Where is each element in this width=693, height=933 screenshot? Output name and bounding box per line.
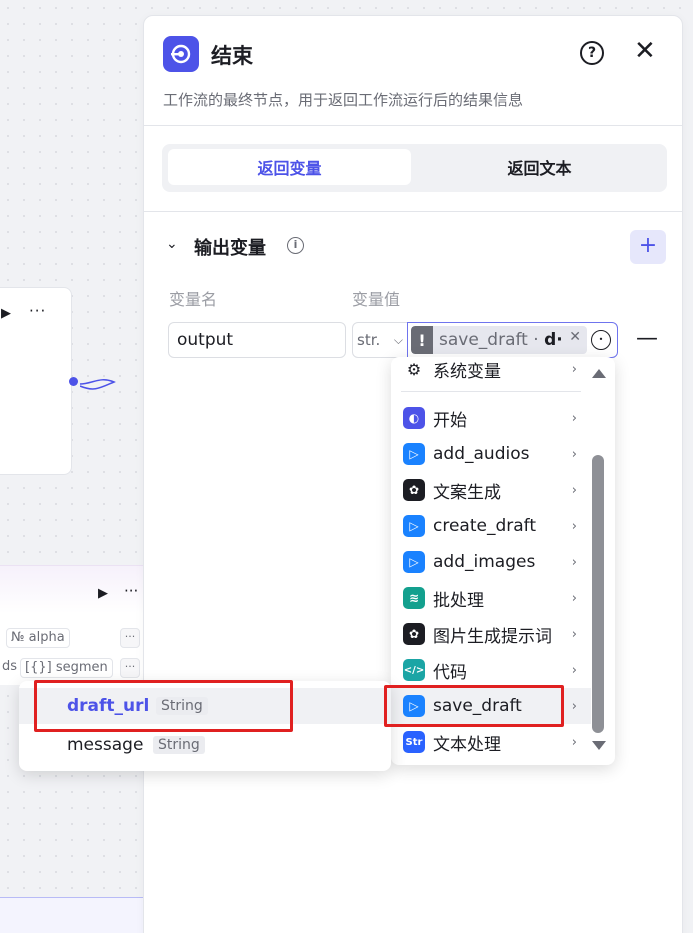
chevron-right-icon: ›: [571, 626, 577, 642]
chevron-right-icon: ›: [571, 361, 577, 377]
menu-item-code[interactable]: </> 代码 ›: [391, 652, 591, 688]
output-field-name: message: [67, 735, 144, 755]
variable-value-reference[interactable]: ! save_draft · d· ✕ •: [407, 322, 618, 358]
code-icon: </>: [403, 659, 425, 681]
menu-item-add-audios[interactable]: ▷ add_audios ›: [391, 436, 591, 472]
return-mode-tabs: 返回变量 返回文本: [162, 144, 667, 192]
tab-return-text[interactable]: 返回文本: [418, 149, 661, 185]
chevron-right-icon: ›: [571, 590, 577, 606]
chevron-down-icon[interactable]: ⌄: [166, 236, 178, 252]
plugin-icon: ▷: [403, 551, 425, 573]
settings-icon: ⚙: [406, 359, 422, 379]
divider: [144, 211, 682, 212]
canvas-node-bottom[interactable]: [0, 897, 150, 933]
canvas-node-card-2[interactable]: ▶ ··· № alpha ··· ds [{}] segmen ···: [0, 565, 150, 685]
canvas-node-card[interactable]: ▶ ···: [0, 287, 78, 475]
text-process-icon: Str: [403, 731, 425, 753]
chevron-right-icon: ›: [571, 554, 577, 570]
plugin-icon: ▷: [403, 443, 425, 465]
divider: [144, 125, 682, 126]
chevron-right-icon: ›: [571, 662, 577, 678]
end-node-icon: [163, 36, 199, 72]
clear-reference-icon[interactable]: ✕: [569, 329, 581, 345]
section-title-output[interactable]: 输出变量: [194, 234, 266, 260]
remove-variable-button[interactable]: —: [636, 326, 658, 351]
chevron-right-icon: ›: [571, 698, 577, 714]
menu-item-label: add_audios: [433, 444, 530, 464]
menu-item-create-draft[interactable]: ▷ create_draft ›: [391, 508, 591, 544]
close-icon[interactable]: ✕: [634, 36, 656, 66]
chevron-right-icon: ›: [571, 482, 577, 498]
llm-icon: ✿: [403, 479, 425, 501]
more-icon[interactable]: ···: [124, 582, 138, 600]
menu-item-label: create_draft: [433, 516, 537, 536]
variable-name-input[interactable]: output: [168, 322, 346, 358]
variable-type-select[interactable]: str. ⌵: [352, 322, 408, 358]
warning-icon: !: [411, 326, 433, 354]
param-chip-ds: ds: [2, 659, 18, 674]
menu-item-image-prompt[interactable]: ✿ 图片生成提示词 ›: [391, 616, 591, 652]
info-icon[interactable]: i: [287, 237, 304, 254]
menu-item-text-process[interactable]: Str 文本处理 ›: [391, 724, 591, 760]
column-label-value: 变量值: [352, 290, 401, 309]
variable-picker-icon[interactable]: •: [591, 330, 611, 350]
connection-edge: [80, 379, 116, 390]
chevron-down-icon: ⌵: [393, 333, 403, 347]
menu-item-label: 代码: [433, 662, 467, 683]
play-icon[interactable]: ▶: [1, 306, 11, 321]
column-label-name: 变量名: [169, 290, 218, 309]
panel-title: 结束: [211, 44, 253, 68]
menu-item-label: 文本处理: [433, 734, 501, 755]
tab-return-variable[interactable]: 返回变量: [168, 149, 411, 185]
start-node-icon: ◐: [403, 407, 425, 429]
reference-tag[interactable]: ! save_draft · d· ✕: [411, 326, 587, 354]
more-params-icon[interactable]: ···: [120, 628, 140, 648]
menu-item-label: add_images: [433, 552, 536, 572]
output-field-type: String: [153, 736, 205, 754]
more-params-icon[interactable]: ···: [120, 658, 140, 678]
help-icon[interactable]: ?: [580, 41, 604, 65]
menu-item-label: 系统变量: [433, 361, 501, 382]
scroll-down-arrow-icon[interactable]: [592, 741, 606, 750]
param-chip-alpha: № alpha: [6, 628, 70, 648]
chevron-right-icon: ›: [571, 446, 577, 462]
chevron-right-icon: ›: [571, 410, 577, 426]
submenu-item-message[interactable]: message String: [19, 727, 391, 763]
menu-divider: [401, 391, 581, 392]
llm-icon: ✿: [403, 623, 425, 645]
menu-item-batch[interactable]: ≋ 批处理 ›: [391, 580, 591, 616]
output-port[interactable]: [69, 377, 78, 386]
menu-item-label: 图片生成提示词: [433, 626, 552, 647]
add-variable-button[interactable]: +: [630, 230, 666, 264]
highlight-box-draft-url: [34, 680, 293, 732]
chevron-right-icon: ›: [571, 518, 577, 534]
play-icon[interactable]: ▶: [98, 586, 108, 601]
scroll-thumb[interactable]: [592, 455, 604, 733]
chevron-right-icon: ›: [571, 734, 577, 750]
param-chip-segment: [{}] segmen: [20, 658, 113, 678]
scroll-up-arrow-icon[interactable]: [592, 369, 606, 378]
type-label: str.: [357, 331, 381, 349]
more-icon[interactable]: ···: [29, 302, 46, 320]
menu-item-add-images[interactable]: ▷ add_images ›: [391, 544, 591, 580]
menu-item-start[interactable]: ◐ 开始 ›: [391, 400, 591, 436]
highlight-box-save-draft: [384, 685, 564, 727]
menu-item-copywriting[interactable]: ✿ 文案生成 ›: [391, 472, 591, 508]
menu-item-label: 开始: [433, 410, 467, 431]
menu-item-system-vars[interactable]: ⚙ 系统变量 ›: [391, 357, 591, 387]
menu-item-label: 批处理: [433, 590, 484, 611]
menu-item-label: 文案生成: [433, 482, 501, 503]
reference-text: save_draft · d·: [439, 330, 563, 350]
menu-scrollbar[interactable]: [591, 365, 606, 757]
panel-description: 工作流的最终节点，用于返回工作流运行后的结果信息: [163, 91, 524, 109]
batch-icon: ≋: [403, 587, 425, 609]
plugin-icon: ▷: [403, 515, 425, 537]
